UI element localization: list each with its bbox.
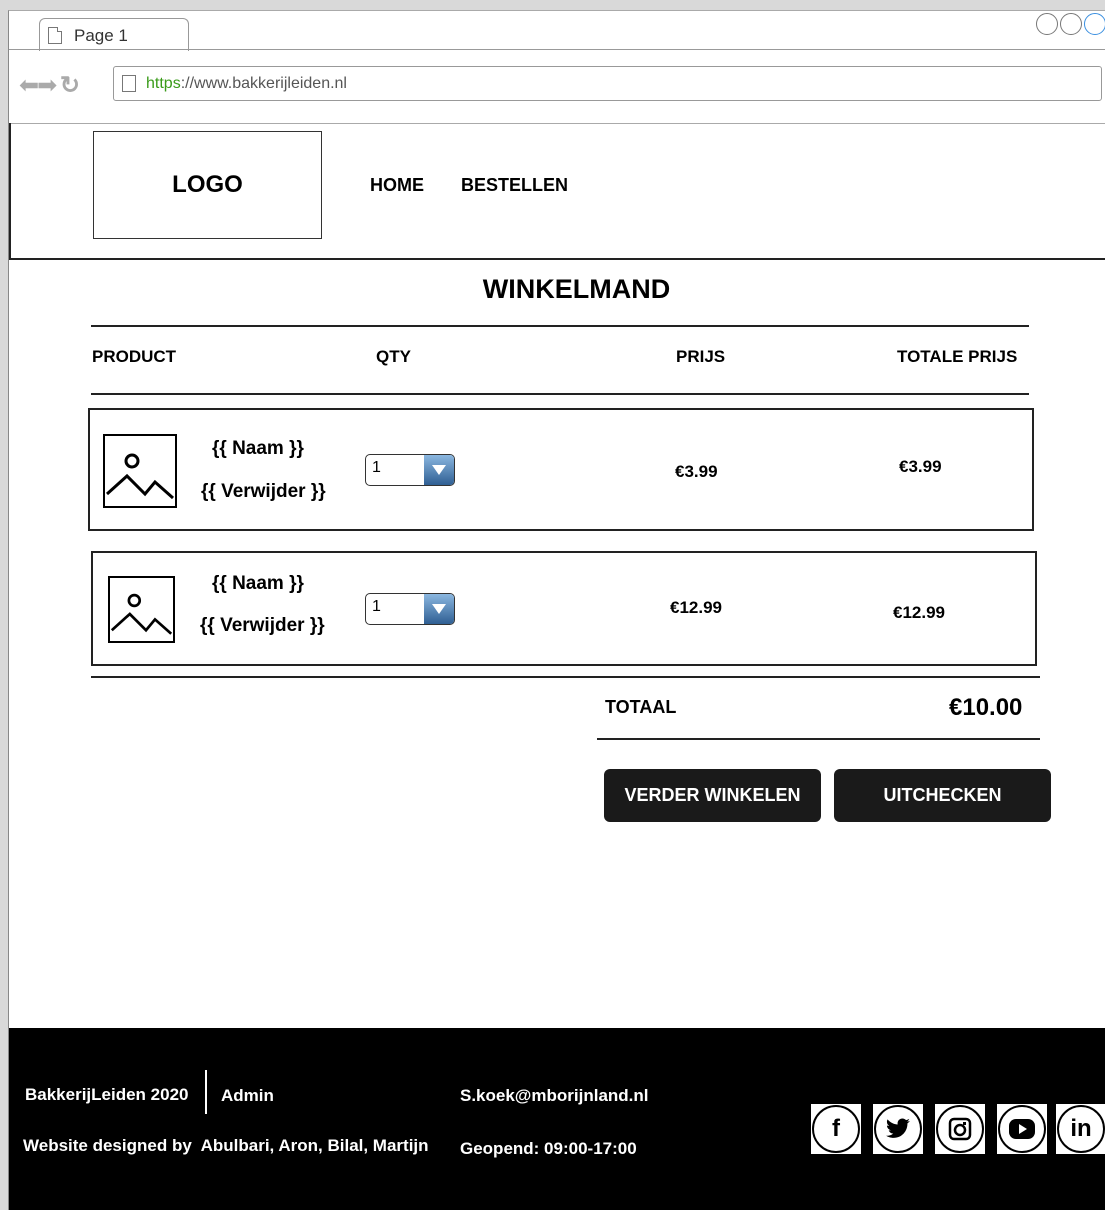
browser-nav: ⬅➡ ↻: [19, 71, 80, 100]
main-nav: HOME BESTELLEN: [370, 175, 568, 196]
product-image-icon: [103, 434, 177, 508]
product-name[interactable]: {{ Naam }}: [212, 438, 304, 460]
cart-row: {{ Naam }} {{ Verwijder }} 1 €3.99 €3.99: [88, 408, 1034, 531]
product-image-icon: [108, 576, 175, 643]
divider: [91, 325, 1029, 327]
logo[interactable]: LOGO: [93, 131, 322, 239]
footer-email[interactable]: S.koek@mborijnland.nl: [460, 1086, 649, 1106]
window-control-icon[interactable]: [1036, 13, 1058, 35]
footer-divider: [205, 1070, 207, 1114]
line-total: €12.99: [893, 603, 945, 622]
chevron-down-icon[interactable]: [424, 594, 454, 624]
back-arrow-icon[interactable]: ⬅: [19, 72, 39, 99]
continue-shopping-button[interactable]: VERDER WINKELEN: [604, 769, 821, 822]
quantity-value: 1: [372, 459, 381, 476]
nav-bestellen[interactable]: BESTELLEN: [461, 175, 568, 196]
line-total: €3.99: [899, 457, 942, 476]
instagram-icon[interactable]: [935, 1104, 985, 1154]
footer-admin-link[interactable]: Admin: [221, 1086, 274, 1106]
page-title: WINKELMAND: [482, 274, 671, 304]
url-scheme: https: [146, 75, 181, 92]
footer-copyright: BakkerijLeiden 2020: [25, 1085, 189, 1104]
tab-strip-divider: [9, 49, 1105, 50]
linkedin-icon[interactable]: in: [1056, 1104, 1105, 1154]
chevron-down-icon[interactable]: [424, 455, 454, 485]
browser-tab[interactable]: Page 1: [39, 18, 189, 51]
cart-row: {{ Naam }} {{ Verwijder }} 1 €12.99 €12.…: [91, 551, 1037, 666]
page-icon: [48, 27, 62, 44]
divider: [91, 676, 1040, 678]
remove-link[interactable]: {{ Verwijder }}: [200, 615, 325, 637]
nav-home[interactable]: HOME: [370, 175, 424, 196]
quantity-select[interactable]: 1: [365, 454, 455, 486]
window-control-icon[interactable]: [1084, 13, 1105, 35]
facebook-icon[interactable]: f: [811, 1104, 861, 1154]
youtube-icon[interactable]: [997, 1104, 1047, 1154]
page-icon: [122, 75, 136, 92]
address-bar[interactable]: https://www.bakkerijleiden.nl: [113, 66, 1102, 101]
unit-price: €12.99: [670, 598, 722, 617]
site-footer: BakkerijLeiden 2020 Admin S.koek@mborijn…: [9, 1028, 1105, 1210]
window-control-icon[interactable]: [1060, 13, 1082, 35]
browser-window: Page 1 ⬅➡ ↻ https://www.bakkerijleiden.n…: [8, 10, 1105, 1210]
total-label: TOTAAL: [605, 697, 677, 717]
window-controls: [1036, 13, 1105, 35]
quantity-select[interactable]: 1: [365, 593, 455, 625]
quantity-value: 1: [372, 598, 381, 615]
total-value: €10.00: [949, 694, 1023, 721]
checkout-button[interactable]: UITCHECKEN: [834, 769, 1051, 822]
footer-credits: Website designed by Abulbari, Aron, Bila…: [23, 1136, 429, 1155]
column-header-qty: QTY: [376, 347, 411, 366]
product-name[interactable]: {{ Naam }}: [212, 573, 304, 595]
divider: [597, 738, 1040, 740]
twitter-icon[interactable]: [873, 1104, 923, 1154]
url-host: ://www.bakkerijleiden.nl: [180, 75, 347, 92]
column-header-totale-prijs: TOTALE PRIJS: [897, 347, 1018, 366]
url-text: https://www.bakkerijleiden.nl: [146, 75, 347, 93]
tab-label: Page 1: [74, 26, 128, 45]
column-header-product: PRODUCT: [92, 347, 177, 366]
footer-hours: Geopend: 09:00-17:00: [460, 1139, 637, 1158]
unit-price: €3.99: [675, 462, 718, 481]
site-header: LOGO HOME BESTELLEN: [9, 123, 1105, 260]
remove-link[interactable]: {{ Verwijder }}: [201, 481, 326, 503]
divider: [91, 393, 1029, 395]
forward-arrow-icon[interactable]: ➡: [37, 72, 57, 99]
reload-icon[interactable]: ↻: [60, 72, 80, 99]
column-header-prijs: PRIJS: [676, 347, 726, 366]
